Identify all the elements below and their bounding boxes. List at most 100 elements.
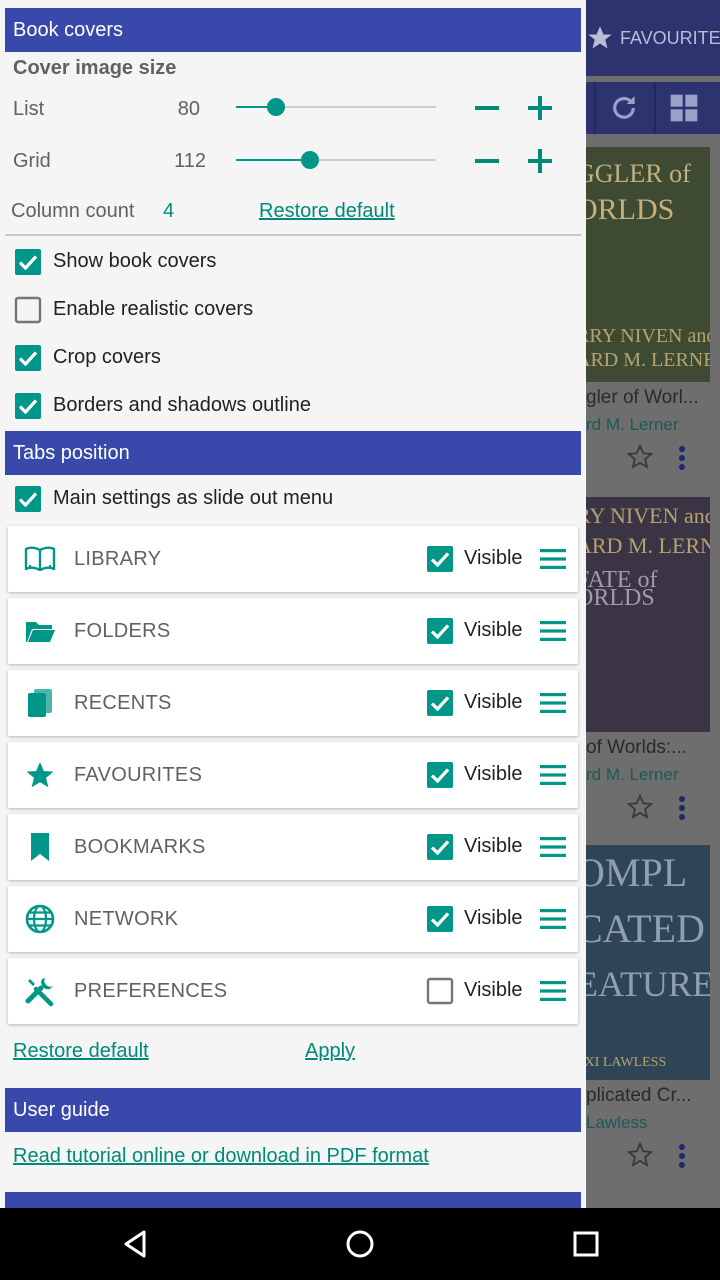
visible-label: Visible (464, 547, 523, 569)
list-size-slider[interactable] (236, 98, 436, 116)
bg-book-card[interactable]: OMPL CATED EATURES EXI LAWLESS plicated … (586, 845, 710, 1175)
tab-name: PREFERENCES (74, 980, 228, 1002)
back-icon[interactable] (120, 1228, 152, 1260)
bg-book-cover: GGLER of ORLDS RRY NIVEN and ARD M. LERN… (586, 147, 710, 382)
grid-minus-button[interactable] (472, 146, 502, 176)
visible-checkbox[interactable] (426, 833, 454, 861)
bookmark-icon (31, 833, 49, 861)
book-open-icon (24, 546, 56, 572)
grid-view-icon[interactable] (668, 92, 700, 124)
tab-card-bookmarks[interactable]: BOOKMARKS Visible (8, 814, 578, 880)
bg-book-title: plicated Cr... (586, 1085, 692, 1106)
checkbox[interactable] (14, 344, 42, 372)
settings-drawer: Book covers Cover image size List 80 Gri… (0, 0, 586, 1208)
star-icon (26, 762, 54, 788)
restore-default-covers-link[interactable]: Restore default (259, 200, 395, 223)
column-count-label: Column count (11, 200, 135, 222)
visible-label: Visible (464, 763, 523, 785)
tutorial-link[interactable]: Read tutorial online or download in PDF … (13, 1145, 429, 1168)
slider-thumb[interactable] (301, 151, 319, 169)
slide-out-menu-label: Main settings as slide out menu (53, 487, 334, 509)
visible-checkbox[interactable] (426, 761, 454, 789)
tab-card-folders[interactable]: FOLDERS Visible (8, 598, 578, 664)
bg-book-title: of Worlds:... (586, 737, 688, 758)
visible-checkbox[interactable] (426, 977, 454, 1005)
divider (5, 234, 581, 236)
checkbox[interactable] (14, 392, 42, 420)
drag-handle-icon[interactable] (540, 764, 566, 786)
visible-label: Visible (464, 835, 523, 857)
drag-handle-icon[interactable] (540, 908, 566, 930)
navigation-bar (0, 1208, 720, 1280)
tab-card-network[interactable]: NETWORK Visible (8, 886, 578, 952)
globe-icon (25, 904, 55, 934)
recents-icon[interactable] (570, 1228, 602, 1260)
tab-card-library[interactable]: LIBRARY Visible (8, 526, 578, 592)
tabs-position-header: Tabs position (5, 431, 581, 475)
tab-name: BOOKMARKS (74, 836, 206, 858)
refresh-icon[interactable] (608, 92, 640, 124)
visible-label: Visible (464, 979, 523, 1001)
drag-handle-icon[interactable] (540, 980, 566, 1002)
cover-option-label: Enable realistic covers (53, 298, 254, 320)
toolbar-separator (594, 82, 596, 134)
bg-book-author: rd M. Lerner (586, 415, 679, 434)
bg-book-card[interactable]: GGLER of ORLDS RRY NIVEN and ARD M. LERN… (586, 147, 710, 477)
bg-tab-bar: FAVOURITES (586, 0, 720, 76)
visible-checkbox[interactable] (426, 905, 454, 933)
user-guide-header: User guide (5, 1088, 581, 1132)
bg-book-cover: OMPL CATED EATURES EXI LAWLESS (586, 845, 710, 1080)
grid-plus-button[interactable] (525, 146, 555, 176)
folder-open-icon (26, 622, 55, 642)
cover-option-label: Borders and shadows outline (53, 394, 311, 416)
column-count-value[interactable]: 4 (163, 200, 174, 223)
bg-tab-favourites[interactable]: FAVOURITES (620, 28, 720, 49)
checkbox[interactable] (14, 248, 42, 276)
tab-card-recents[interactable]: RECENTS Visible (8, 670, 578, 736)
drag-handle-icon[interactable] (540, 692, 566, 714)
home-icon[interactable] (344, 1228, 376, 1260)
next-section-header (5, 1192, 581, 1208)
star-icon (588, 26, 612, 49)
tab-card-preferences[interactable]: PREFERENCES Visible (8, 958, 578, 1024)
grid-size-value: 112 (174, 150, 206, 172)
tab-name: FOLDERS (74, 620, 171, 642)
star-outline-icon[interactable] (626, 793, 654, 821)
visible-label: Visible (464, 907, 523, 929)
checkbox[interactable] (14, 296, 42, 324)
tab-name: LIBRARY (74, 548, 162, 570)
cover-option-label: Crop covers (53, 346, 161, 368)
list-plus-button[interactable] (525, 93, 555, 123)
tab-name: RECENTS (74, 692, 172, 714)
apply-link[interactable]: Apply (305, 1040, 355, 1063)
more-vert-icon[interactable] (678, 795, 686, 821)
bg-toolbar (586, 82, 720, 134)
checkbox[interactable] (14, 485, 42, 513)
drag-handle-icon[interactable] (540, 836, 566, 858)
cover-size-label: Cover image size (13, 57, 177, 79)
slider-thumb[interactable] (267, 98, 285, 116)
drag-handle-icon[interactable] (540, 620, 566, 642)
bg-book-cover: RY NIVEN and ARD M. LERNER FATE of ORLDS (586, 497, 710, 732)
star-outline-icon[interactable] (626, 443, 654, 471)
background-app: FAVOURITES GGLER of ORLDS RRY NIVEN and … (586, 0, 720, 1208)
tab-name: NETWORK (74, 908, 179, 930)
bg-book-title: gler of Worl... (586, 387, 699, 408)
list-size-value: 80 (177, 98, 200, 120)
tab-card-favourites[interactable]: FAVOURITES Visible (8, 742, 578, 808)
tab-name: FAVOURITES (74, 764, 203, 786)
restore-default-tabs-link[interactable]: Restore default (13, 1040, 149, 1063)
toolbar-separator (654, 82, 656, 134)
grid-size-label: Grid (13, 150, 51, 172)
grid-size-slider[interactable] (236, 151, 436, 169)
more-vert-icon[interactable] (678, 1143, 686, 1169)
visible-checkbox[interactable] (426, 545, 454, 573)
more-vert-icon[interactable] (678, 445, 686, 471)
recent-books-icon (28, 689, 52, 717)
visible-checkbox[interactable] (426, 617, 454, 645)
bg-book-card[interactable]: RY NIVEN and ARD M. LERNER FATE of ORLDS… (586, 497, 710, 827)
star-outline-icon[interactable] (626, 1141, 654, 1169)
list-minus-button[interactable] (472, 93, 502, 123)
drag-handle-icon[interactable] (540, 548, 566, 570)
visible-checkbox[interactable] (426, 689, 454, 717)
